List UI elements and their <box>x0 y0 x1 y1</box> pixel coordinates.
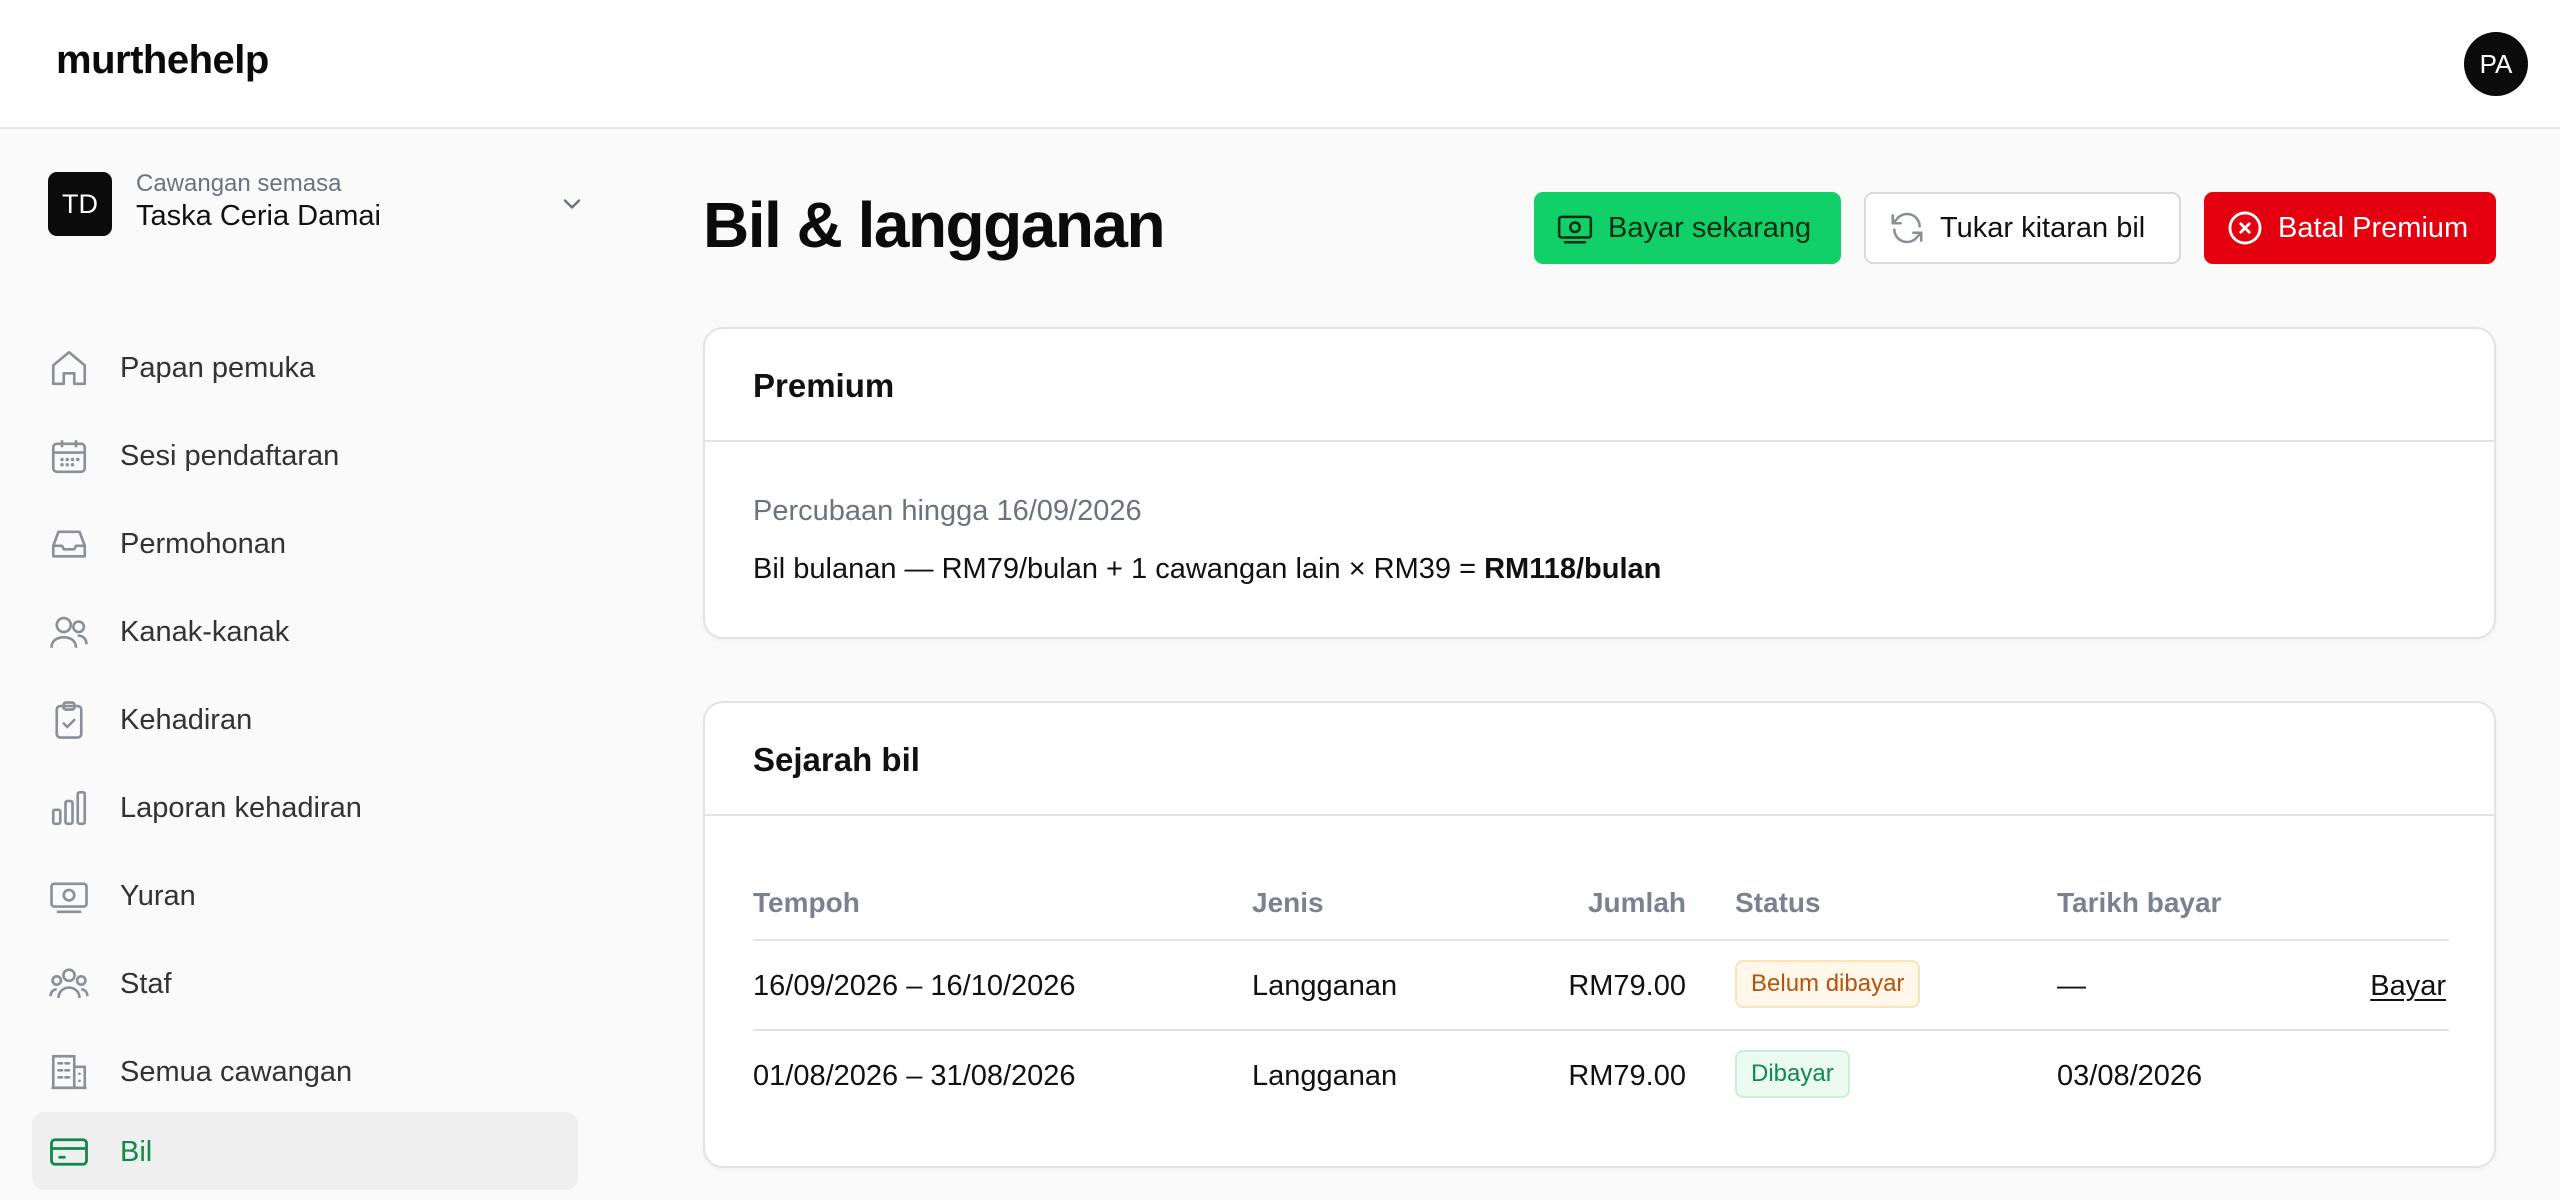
branch-avatar: TD <box>48 172 112 236</box>
sidebar-item-label: Sesi pendaftaran <box>120 440 340 472</box>
home-icon <box>51 350 87 386</box>
row-1-paid-date: — <box>2057 970 2086 1002</box>
pay-now-label: Bayar sekarang <box>1608 211 1812 244</box>
page-title: Bil & langganan <box>703 189 1166 261</box>
branch-switcher[interactable]: TD Cawangan semasa Taska Ceria Damai <box>48 170 588 240</box>
banknote-icon <box>1557 215 1593 244</box>
sidebar: TD Cawangan semasa Taska Ceria Damai Pap… <box>0 130 610 1200</box>
sidebar-item-label: Kanak-kanak <box>120 616 290 648</box>
sidebar-item-label: Kehadiran <box>120 704 253 736</box>
sidebar-item-staff[interactable]: Staf <box>32 944 578 1022</box>
clipboard-check-icon <box>55 701 83 739</box>
sidebar-item-label: Yuran <box>120 880 196 912</box>
x-circle-icon <box>2228 211 2262 245</box>
status-badge-paid: Dibayar <box>1735 1050 1850 1098</box>
chevron-down-icon[interactable] <box>558 190 586 218</box>
sidebar-item-label: Staf <box>120 968 172 1000</box>
cancel-premium-label: Batal Premium <box>2278 211 2469 244</box>
sidebar-item-label: Laporan kehadiran <box>120 792 362 824</box>
sidebar-item-label: Papan pemuka <box>120 352 316 384</box>
column-header-type: Jenis <box>1252 887 1324 918</box>
sidebar-item-billing[interactable]: Bil <box>32 1112 578 1190</box>
banknote-icon <box>50 882 88 914</box>
row-2-period: 01/08/2026 – 31/08/2026 <box>753 1060 1076 1092</box>
row-1-type: Langganan <box>1252 970 1398 1002</box>
inbox-icon <box>51 530 87 558</box>
sidebar-item-label: Semua cawangan <box>120 1056 353 1088</box>
row-1-amount: RM79.00 <box>1568 970 1686 1002</box>
sidebar-item-children[interactable]: Kanak-kanak <box>32 592 578 670</box>
sidebar-item-label: Bil <box>120 1136 153 1168</box>
cancel-premium-button[interactable]: Batal Premium <box>2204 192 2496 264</box>
sidebar-item-attendance-report[interactable]: Laporan kehadiran <box>32 768 578 846</box>
row-2-paid-date: 03/08/2026 <box>2057 1060 2203 1092</box>
premium-card: Premium Percubaan hingga 16/09/2026 Bil … <box>703 327 2496 639</box>
building-icon <box>51 1054 87 1090</box>
refresh-icon <box>1891 212 1923 244</box>
sidebar-item-dashboard[interactable]: Papan pemuka <box>32 328 578 406</box>
group-icon <box>49 968 89 999</box>
users-icon <box>50 616 88 648</box>
premium-title: Premium <box>753 367 895 404</box>
history-card-header: Sejarah bil <box>705 703 2494 816</box>
branch-name: Taska Ceria Damai <box>136 200 381 232</box>
monthly-bill-breakdown: Bil bulanan — RM79/bulan + 1 cawangan la… <box>753 553 1485 585</box>
column-header-period: Tempoh <box>753 887 860 918</box>
row-2-amount: RM79.00 <box>1568 1060 1686 1092</box>
premium-card-header: Premium <box>705 329 2494 442</box>
top-bar: murthehelp PA <box>0 0 2560 129</box>
calendar-icon <box>51 440 87 474</box>
change-billing-cycle-button[interactable]: Tukar kitaran bil <box>1864 192 2181 264</box>
column-header-status: Status <box>1735 887 1821 918</box>
sidebar-item-all-branches[interactable]: Semua cawangan <box>32 1032 578 1110</box>
column-header-amount: Jumlah <box>1587 887 1686 918</box>
monthly-bill-total: RM118/bulan <box>1484 553 1662 585</box>
row-2-type: Langganan <box>1252 1060 1398 1092</box>
row-1-pay-link[interactable]: Bayar <box>2370 970 2446 1003</box>
user-avatar[interactable]: PA <box>2464 32 2528 96</box>
table-divider <box>753 939 2449 941</box>
pay-now-button[interactable]: Bayar sekarang <box>1534 192 1841 264</box>
billing-history-card: Sejarah bil Tempoh Jenis Jumlah Status T… <box>703 701 2496 1168</box>
sidebar-item-attendance[interactable]: Kehadiran <box>32 680 578 758</box>
branch-caption: Cawangan semasa <box>136 170 342 197</box>
table-divider <box>753 1029 2449 1031</box>
sidebar-item-fees[interactable]: Yuran <box>32 856 578 934</box>
sidebar-item-applications[interactable]: Permohonan <box>32 504 578 582</box>
status-badge-unpaid: Belum dibayar <box>1735 960 1921 1008</box>
sidebar-item-registration[interactable]: Sesi pendaftaran <box>32 416 578 494</box>
credit-card-icon <box>50 1138 88 1166</box>
brand-logo[interactable]: murthehelp <box>56 38 269 83</box>
history-title: Sejarah bil <box>753 741 920 778</box>
change-cycle-label: Tukar kitaran bil <box>1940 211 2146 244</box>
row-1-period: 16/09/2026 – 16/10/2026 <box>753 970 1076 1002</box>
trial-text: Percubaan hingga 16/09/2026 <box>753 495 1142 527</box>
monthly-bill-text: Bil bulanan — RM79/bulan + 1 cawangan la… <box>753 553 1661 586</box>
column-header-paid-date: Tarikh bayar <box>2057 887 2222 918</box>
bar-chart-icon <box>51 790 87 826</box>
sidebar-item-label: Permohonan <box>120 528 287 560</box>
